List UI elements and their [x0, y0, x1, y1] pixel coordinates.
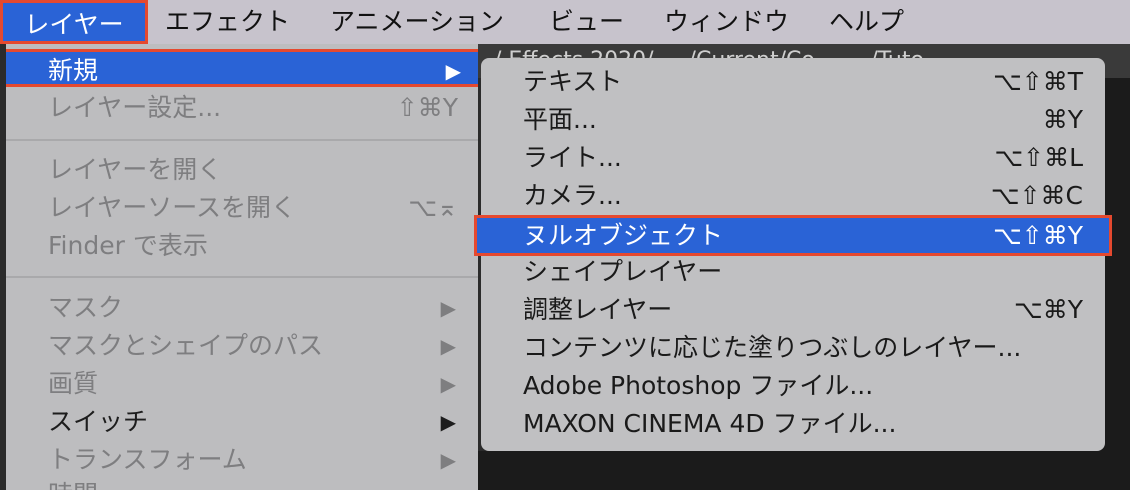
- menu-item-open-layer[interactable]: レイヤーを開く: [6, 151, 478, 189]
- menu-item-label: レイヤー設定...: [48, 93, 222, 122]
- menu-item-time[interactable]: 時間: [6, 476, 478, 490]
- menu-item-shortcut: ⌘Y: [1042, 105, 1083, 134]
- menu-item-label: レイヤーを開く: [48, 155, 223, 184]
- submenu-arrow-icon: ▶: [440, 296, 456, 320]
- submenu-arrow-icon: ▶: [445, 59, 461, 83]
- menu-animation[interactable]: アニメーション: [330, 0, 504, 44]
- menu-view[interactable]: ビュー: [549, 0, 624, 44]
- submenu-item-null-object[interactable]: ヌルオブジェクト ⌥⇧⌘Y: [474, 215, 1112, 256]
- menu-item-shortcut: ⌥⌅: [408, 193, 458, 222]
- menu-item-label: シェイプレイヤー: [523, 257, 723, 286]
- menu-item-reveal-in-finder[interactable]: Finder で表示: [6, 227, 478, 265]
- menu-item-shortcut: ⌥⇧⌘Y: [992, 221, 1083, 250]
- submenu-item-cinema4d-file[interactable]: MAXON CINEMA 4D ファイル...: [481, 405, 1105, 443]
- menu-window[interactable]: ウィンドウ: [664, 0, 789, 44]
- menu-item-label: 時間: [48, 476, 98, 490]
- submenu-item-text[interactable]: テキスト ⌥⇧⌘T: [481, 63, 1105, 101]
- submenu-item-shape-layer[interactable]: シェイプレイヤー: [481, 253, 1105, 291]
- menu-item-label: MAXON CINEMA 4D ファイル...: [523, 409, 897, 438]
- menu-item-layer-settings[interactable]: レイヤー設定... ⇧⌘Y: [6, 89, 478, 127]
- menu-item-label: Finder で表示: [48, 231, 208, 260]
- menu-item-label: ヌルオブジェクト: [523, 221, 724, 250]
- menu-bar: レイヤー エフェクト アニメーション ビュー ウィンドウ ヘルプ: [0, 0, 1130, 44]
- submenu-arrow-icon: ▶: [440, 410, 456, 434]
- menu-item-label: 新規: [48, 56, 99, 85]
- menu-item-label: カメラ...: [523, 181, 622, 210]
- menu-item-mask-and-shape-path[interactable]: マスクとシェイプのパス ▶: [6, 327, 478, 365]
- menu-item-label: 画質: [48, 369, 99, 398]
- menu-item-label: Adobe Photoshop ファイル...: [523, 371, 874, 400]
- menu-item-new[interactable]: 新規 ▶: [6, 49, 478, 87]
- menu-item-label: テキスト: [523, 67, 623, 96]
- menu-item-shortcut: ⇧⌘Y: [396, 93, 458, 122]
- submenu-item-adjustment-layer[interactable]: 調整レイヤー ⌥⌘Y: [481, 291, 1105, 329]
- menu-item-shortcut: ⌥⇧⌘C: [990, 181, 1083, 210]
- layer-menu: 新規 ▶ レイヤー設定... ⇧⌘Y レイヤーを開く レイヤーソースを開く ⌥⌅…: [6, 44, 478, 490]
- menu-item-label: レイヤーソースを開く: [48, 193, 297, 222]
- menu-separator: [6, 139, 478, 141]
- submenu-item-photoshop-file[interactable]: Adobe Photoshop ファイル...: [481, 367, 1105, 405]
- menu-item-label: マスクとシェイプのパス: [48, 331, 324, 360]
- menu-item-shortcut: ⌥⇧⌘T: [992, 67, 1083, 96]
- menu-layer[interactable]: レイヤー: [0, 0, 148, 44]
- submenu-item-light[interactable]: ライト... ⌥⇧⌘L: [481, 139, 1105, 177]
- menu-item-quality[interactable]: 画質 ▶: [6, 365, 478, 403]
- submenu-item-solid[interactable]: 平面... ⌘Y: [481, 101, 1105, 139]
- menu-item-label: スイッチ: [48, 407, 149, 436]
- menu-item-open-layer-source[interactable]: レイヤーソースを開く ⌥⌅: [6, 189, 478, 227]
- menu-item-label: マスク: [48, 293, 124, 322]
- menu-help[interactable]: ヘルプ: [829, 0, 904, 44]
- menu-item-label: 平面...: [523, 105, 597, 134]
- submenu-arrow-icon: ▶: [440, 372, 456, 396]
- menu-separator: [6, 276, 478, 278]
- menu-item-label: 調整レイヤー: [523, 295, 673, 324]
- menu-item-shortcut: ⌥⌘Y: [1013, 295, 1083, 324]
- submenu-arrow-icon: ▶: [440, 448, 456, 472]
- menu-item-shortcut: ⌥⇧⌘L: [994, 143, 1083, 172]
- submenu-item-camera[interactable]: カメラ... ⌥⇧⌘C: [481, 177, 1105, 215]
- menu-item-transform[interactable]: トランスフォーム ▶: [6, 441, 478, 479]
- submenu-item-content-aware-fill-layer[interactable]: コンテンツに応じた塗りつぶしのレイヤー...: [481, 329, 1105, 367]
- background-timeline: [478, 451, 1130, 490]
- submenu-arrow-icon: ▶: [440, 334, 456, 358]
- menu-effect[interactable]: エフェクト: [165, 0, 290, 44]
- new-submenu: テキスト ⌥⇧⌘T 平面... ⌘Y ライト... ⌥⇧⌘L カメラ... ⌥⇧…: [474, 58, 1112, 451]
- menu-item-switches[interactable]: スイッチ ▶: [6, 403, 478, 441]
- menu-item-label: コンテンツに応じた塗りつぶしのレイヤー...: [523, 333, 1022, 362]
- menu-item-label: トランスフォーム: [48, 445, 247, 474]
- menu-item-label: ライト...: [523, 143, 622, 172]
- menu-item-mask[interactable]: マスク ▶: [6, 289, 478, 327]
